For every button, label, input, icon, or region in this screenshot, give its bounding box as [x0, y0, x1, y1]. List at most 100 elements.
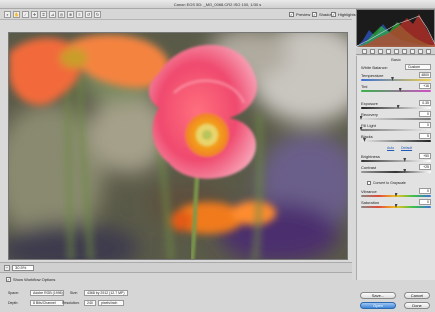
highlights-checkbox[interactable]: ✓ Highlights — [331, 11, 356, 18]
contrast-slider[interactable] — [361, 169, 431, 173]
saturation-value[interactable]: 0 — [419, 199, 431, 205]
straighten-tool-icon[interactable]: ⊿ — [49, 11, 56, 18]
tab-snapshots[interactable] — [426, 49, 431, 54]
zoom-out-button[interactable]: − — [4, 265, 10, 271]
tab-presets[interactable] — [418, 49, 423, 54]
window-title: Canon EOS 5D: _MG_0068.CR2 ISO 100, 1/30… — [173, 2, 262, 7]
zoom-level-select[interactable]: 30.5% — [12, 265, 34, 271]
contrast-label: Contrast — [361, 165, 377, 170]
vibrance-slider[interactable] — [361, 193, 431, 197]
vibrance-slider-thumb[interactable] — [394, 193, 398, 197]
tint-slider[interactable] — [361, 88, 431, 92]
tab-detail[interactable] — [378, 49, 383, 54]
brightness-slider[interactable] — [361, 158, 431, 162]
hand-tool-icon[interactable]: ✋ — [13, 11, 20, 18]
contrast-row: Contrast +25 — [361, 164, 431, 173]
contrast-slider-thumb[interactable] — [403, 169, 407, 173]
highlights-check-box[interactable]: ✓ — [331, 12, 336, 17]
white-balance-tool-icon[interactable]: ⁄ — [22, 11, 29, 18]
saturation-label: Saturation — [361, 200, 380, 205]
preferences-tool-icon[interactable]: ≡ — [76, 11, 83, 18]
crop-tool-icon[interactable]: ⌗ — [40, 11, 47, 18]
tab-tone-curve[interactable] — [370, 49, 375, 54]
cancel-button[interactable]: Cancel — [404, 292, 430, 299]
show-workflow-box[interactable]: ✓ — [6, 277, 11, 282]
save-button[interactable]: Save... — [360, 292, 396, 299]
recovery-row: Recovery 0 — [359, 111, 431, 120]
blacks-slider[interactable] — [361, 138, 431, 142]
depth-select[interactable]: 8 Bits/Channel — [30, 300, 64, 306]
tab-basic[interactable] — [362, 49, 367, 54]
temperature-value[interactable]: 4800 — [419, 72, 431, 78]
tab-lens-corrections[interactable] — [402, 49, 407, 54]
exposure-slider-thumb[interactable] — [396, 105, 400, 109]
show-workflow-checkbox[interactable]: ✓ Show Workflow Options — [6, 277, 55, 282]
blacks-row: Blacks 5 — [361, 133, 431, 142]
red-eye-tool-icon[interactable]: ⊕ — [67, 11, 74, 18]
temperature-row: Temperature 4800 — [361, 72, 431, 81]
preview-checkbox[interactable]: ✓ Preview — [289, 11, 310, 18]
fill-light-slider-thumb[interactable] — [359, 127, 363, 131]
dialog-buttons: Save... Cancel Open Done — [352, 280, 435, 312]
tint-row: Tint +16 — [361, 83, 431, 92]
preview-label: Preview — [296, 12, 311, 17]
rotate-right-tool-icon[interactable]: ↻ — [94, 11, 101, 18]
zoom-tool-icon[interactable]: ⌕ — [4, 11, 11, 18]
brightness-row: Brightness +50 — [361, 153, 431, 162]
auto-default-links: Auto Default — [361, 146, 431, 151]
workflow-options: ✓ Show Workflow Options Space: Adobe RGB… — [0, 272, 352, 312]
preview-check-box[interactable]: ✓ — [289, 12, 294, 17]
exposure-row: Exposure 0.35 — [361, 100, 431, 109]
tint-slider-thumb[interactable] — [398, 88, 402, 92]
recovery-value[interactable]: 0 — [419, 111, 431, 117]
tab-hsl[interactable] — [386, 49, 391, 54]
convert-grayscale-label: Convert to Grayscale — [373, 180, 406, 185]
fill-light-value[interactable]: 0 — [419, 122, 431, 128]
convert-grayscale-checkbox[interactable]: Convert to Grayscale — [367, 180, 406, 185]
auto-link[interactable]: Auto — [387, 146, 394, 150]
size-select[interactable]: 4368 by 2912 (12.7 MP) — [84, 290, 128, 296]
recovery-slider[interactable] — [359, 116, 431, 120]
rotate-left-tool-icon[interactable]: ↺ — [85, 11, 92, 18]
blacks-value[interactable]: 5 — [419, 133, 431, 139]
resolution-unit-select[interactable]: pixels/inch — [98, 300, 124, 306]
brightness-slider-thumb[interactable] — [403, 158, 407, 162]
fill-light-slider[interactable] — [359, 127, 431, 131]
tab-split-toning[interactable] — [394, 49, 399, 54]
brightness-value[interactable]: +50 — [419, 153, 431, 159]
histogram-graph — [356, 14, 435, 47]
default-link[interactable]: Default — [401, 146, 412, 150]
white-balance-select[interactable]: Custom — [405, 64, 431, 70]
space-label: Space: — [8, 291, 19, 295]
saturation-row: Saturation 0 — [361, 199, 431, 208]
tint-value[interactable]: +16 — [419, 83, 431, 89]
blacks-slider-thumb[interactable] — [363, 138, 366, 142]
panel-title: Basic — [391, 57, 401, 62]
vibrance-value[interactable]: 0 — [419, 188, 431, 194]
convert-grayscale-box[interactable] — [367, 180, 371, 185]
poppy-photo — [9, 33, 347, 259]
panel-tabs — [356, 48, 435, 55]
color-sampler-tool-icon[interactable]: ✛ — [31, 11, 38, 18]
white-balance-row: White Balance: Custom — [361, 64, 431, 71]
recovery-slider-thumb[interactable] — [359, 116, 363, 120]
done-button[interactable]: Done — [404, 302, 430, 309]
space-select[interactable]: Adobe RGB (1998) — [30, 290, 64, 296]
contrast-value[interactable]: +25 — [419, 164, 431, 170]
status-bar: − 30.5% — [0, 262, 352, 272]
exposure-value[interactable]: 0.35 — [419, 100, 431, 106]
temperature-slider-thumb[interactable] — [391, 77, 394, 81]
fill-light-row: Fill Light 0 — [359, 122, 431, 131]
exposure-slider[interactable] — [361, 105, 431, 109]
histogram — [356, 9, 435, 47]
temperature-slider[interactable] — [361, 77, 431, 81]
open-button[interactable]: Open — [360, 302, 396, 309]
shadows-check-box[interactable]: ✓ — [312, 12, 317, 17]
saturation-slider-thumb[interactable] — [394, 204, 398, 208]
tab-camera-calibration[interactable] — [410, 49, 415, 54]
retouch-tool-icon[interactable]: ◎ — [58, 11, 65, 18]
saturation-slider[interactable] — [361, 204, 431, 208]
resolution-input[interactable]: 240 — [84, 300, 96, 306]
tint-label: Tint — [361, 84, 368, 89]
image-preview[interactable] — [8, 32, 348, 260]
